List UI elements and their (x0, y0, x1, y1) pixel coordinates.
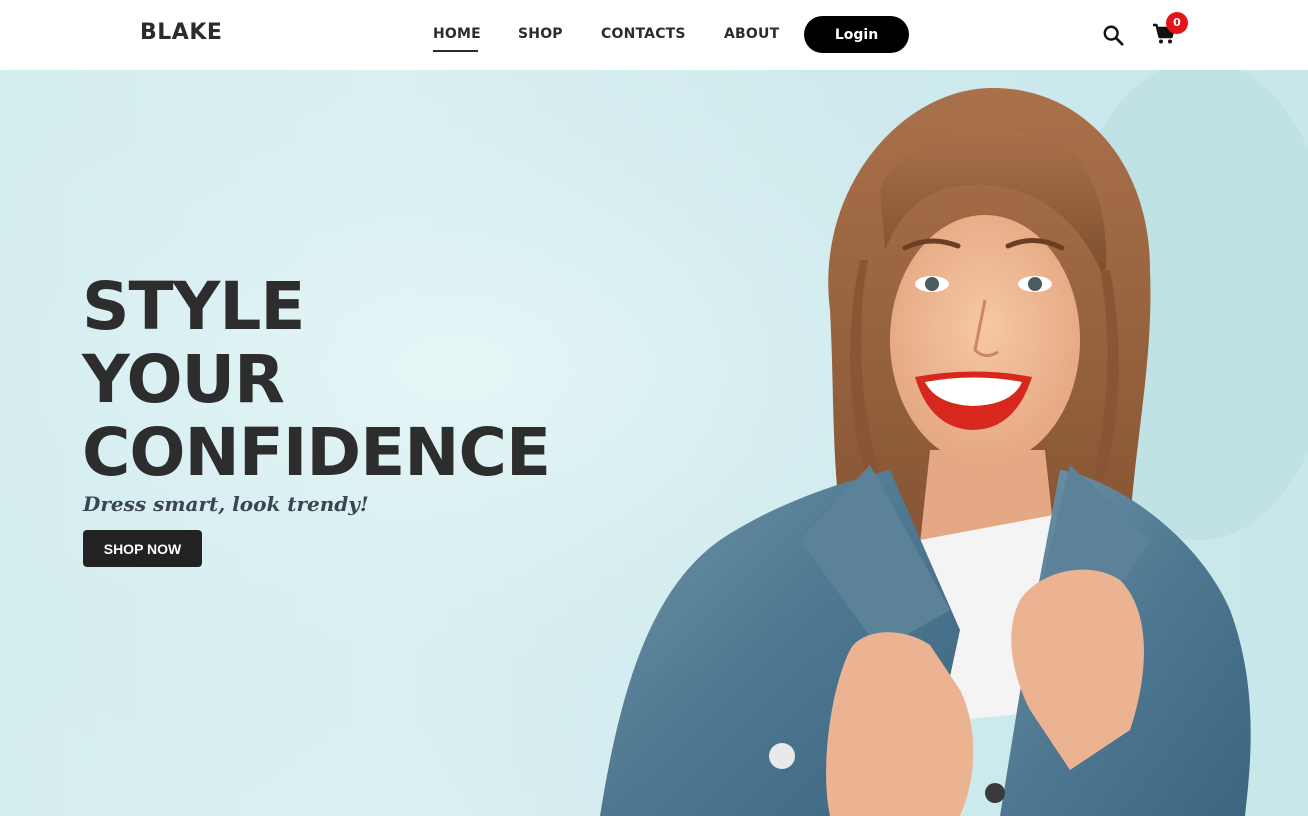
hero-title-line-1: STYLE (82, 268, 306, 345)
hero-subtitle: Dress smart, look trendy! (83, 492, 369, 516)
brand-logo[interactable]: BLAKE (140, 20, 222, 45)
nav-home[interactable]: HOME (433, 26, 481, 42)
site-header: BLAKE HOME SHOP CONTACTS ABOUT Login 0 (0, 0, 1308, 70)
search-icon[interactable] (1102, 24, 1124, 46)
shop-now-button[interactable]: SHOP NOW (83, 530, 202, 567)
hero-title-line-2: YOUR (82, 341, 285, 418)
cart-button[interactable]: 0 (1152, 12, 1192, 50)
hero-banner: STYLE YOUR CONFIDENCE Dress smart, look … (0, 70, 1308, 816)
hero-title-line-3: CONFIDENCE (82, 414, 551, 491)
hero-title: STYLE YOUR CONFIDENCE (82, 268, 551, 491)
nav-shop[interactable]: SHOP (518, 26, 563, 42)
nav-about[interactable]: ABOUT (724, 26, 779, 42)
login-button[interactable]: Login (804, 16, 909, 53)
nav-contacts[interactable]: CONTACTS (601, 26, 686, 42)
cart-count-badge: 0 (1166, 12, 1188, 34)
nav-active-underline (433, 50, 478, 52)
